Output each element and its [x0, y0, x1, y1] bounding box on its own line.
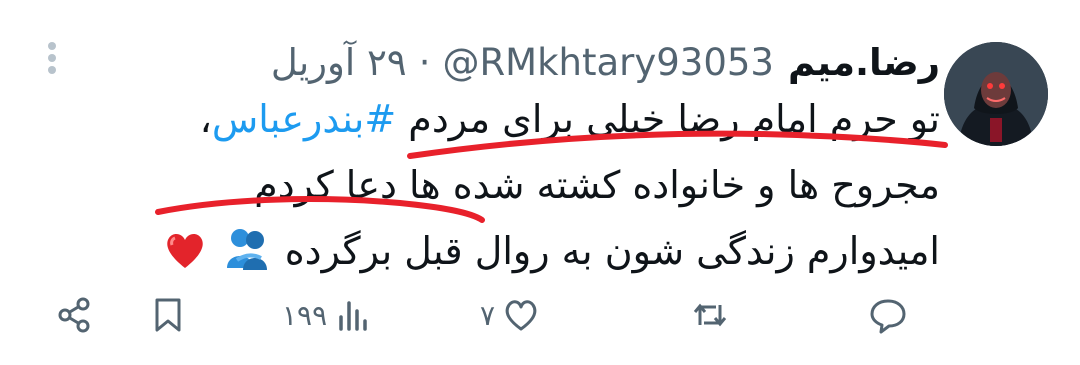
- tweet-text-line-1-prefix: تو حرم امام رضا خیلی برای مردم: [408, 97, 940, 141]
- reply-button[interactable]: [868, 285, 908, 345]
- tweet-text-line-3-text: امیدوارم زندگی شون به روال قبل برگرده: [284, 229, 940, 273]
- views-button[interactable]: ۱۹۹: [282, 285, 373, 345]
- tweet-actions: ۱۹۹ ۷: [0, 285, 1080, 345]
- display-name[interactable]: رضا.میم: [788, 41, 940, 84]
- user-handle[interactable]: @RMkhtary93053: [442, 41, 774, 84]
- tweet-date[interactable]: ۲۹ آوریل: [271, 41, 407, 84]
- bookmark-button[interactable]: [148, 285, 188, 345]
- bookmark-icon: [155, 298, 181, 332]
- tweet-text-line-3: امیدوارم زندگی شون به روال قبل برگرده: [140, 218, 940, 284]
- red-heart-emoji-icon: [163, 226, 207, 270]
- heart-icon: [505, 300, 537, 331]
- people-hugging-emoji-icon: [223, 224, 271, 272]
- retweet-icon: [693, 303, 727, 327]
- more-options-icon[interactable]: [40, 40, 64, 80]
- views-icon: [339, 301, 367, 331]
- reply-icon: [870, 299, 906, 334]
- share-button[interactable]: [54, 285, 94, 345]
- tweet-text-line-1: تو حرم امام رضا خیلی برای مردم #بندرعباس…: [140, 86, 940, 152]
- views-count: ۱۹۹: [282, 298, 328, 332]
- avatar[interactable]: [944, 42, 1048, 146]
- tweet-text-line-2: مجروح ها و خانواده کشته شده ها دعا کردم: [254, 163, 940, 207]
- likes-count: ۷: [480, 298, 496, 332]
- tweet-text-line-1-suffix: ،: [199, 97, 212, 141]
- share-icon: [58, 297, 90, 333]
- hashtag-link[interactable]: #بندرعباس: [212, 97, 396, 141]
- like-button[interactable]: ۷: [480, 285, 541, 345]
- separator-dot: ·: [418, 40, 431, 84]
- retweet-button[interactable]: [690, 285, 730, 345]
- tweet-text: تو حرم امام رضا خیلی برای مردم #بندرعباس…: [140, 86, 940, 284]
- tweet-header: رضا.میم @RMkhtary93053 · ۲۹ آوریل: [271, 32, 940, 92]
